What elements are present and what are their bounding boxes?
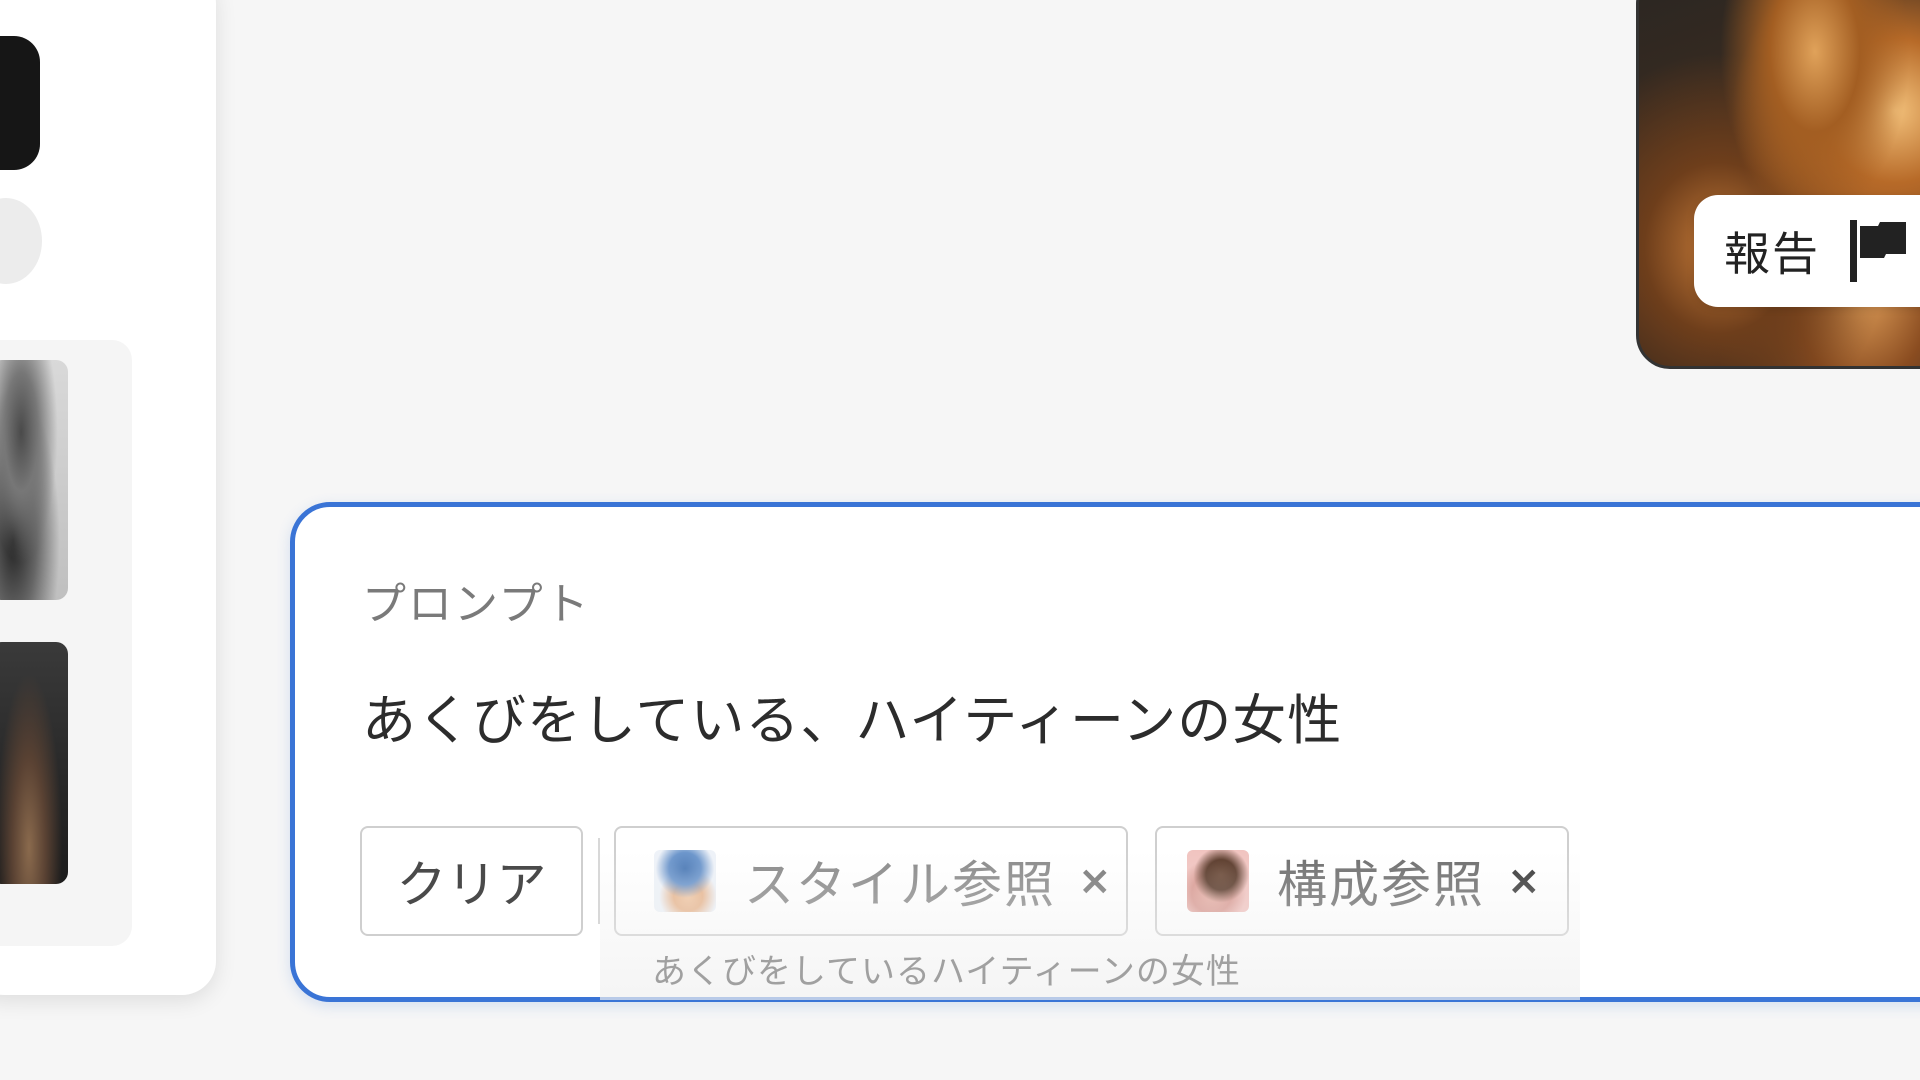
style-reference-chip[interactable]: スタイル参照 × [614, 826, 1128, 936]
generated-image-card[interactable] [1636, 0, 1920, 369]
flag-icon [1850, 220, 1906, 282]
gallery-thumbnail-1[interactable] [0, 360, 68, 600]
prompt-label: プロンプト [362, 579, 591, 630]
composition-reference-chip[interactable]: 構成参照 × [1155, 826, 1569, 936]
sidebar-dark-button[interactable] [0, 36, 40, 170]
divider [598, 838, 600, 924]
composition-reference-label: 構成参照 [1277, 856, 1485, 914]
style-reference-close-icon[interactable]: × [1078, 858, 1112, 904]
gallery-thumbnail-2[interactable] [0, 642, 68, 884]
clear-button[interactable]: クリア [360, 826, 583, 936]
prompt-input-text[interactable]: あくびをしている、ハイティーンの女性 [362, 676, 1342, 755]
suggestion-tooltip: あくびをしているハイティーンの女性 [652, 952, 1241, 992]
report-label: 報告 [1724, 227, 1820, 281]
composition-reference-thumbnail-icon [1187, 850, 1249, 912]
style-reference-thumbnail-icon [654, 850, 716, 912]
composition-reference-close-icon[interactable]: × [1507, 858, 1541, 904]
report-button[interactable]: 報告 [1694, 195, 1920, 307]
style-reference-label: スタイル参照 [744, 856, 1056, 914]
